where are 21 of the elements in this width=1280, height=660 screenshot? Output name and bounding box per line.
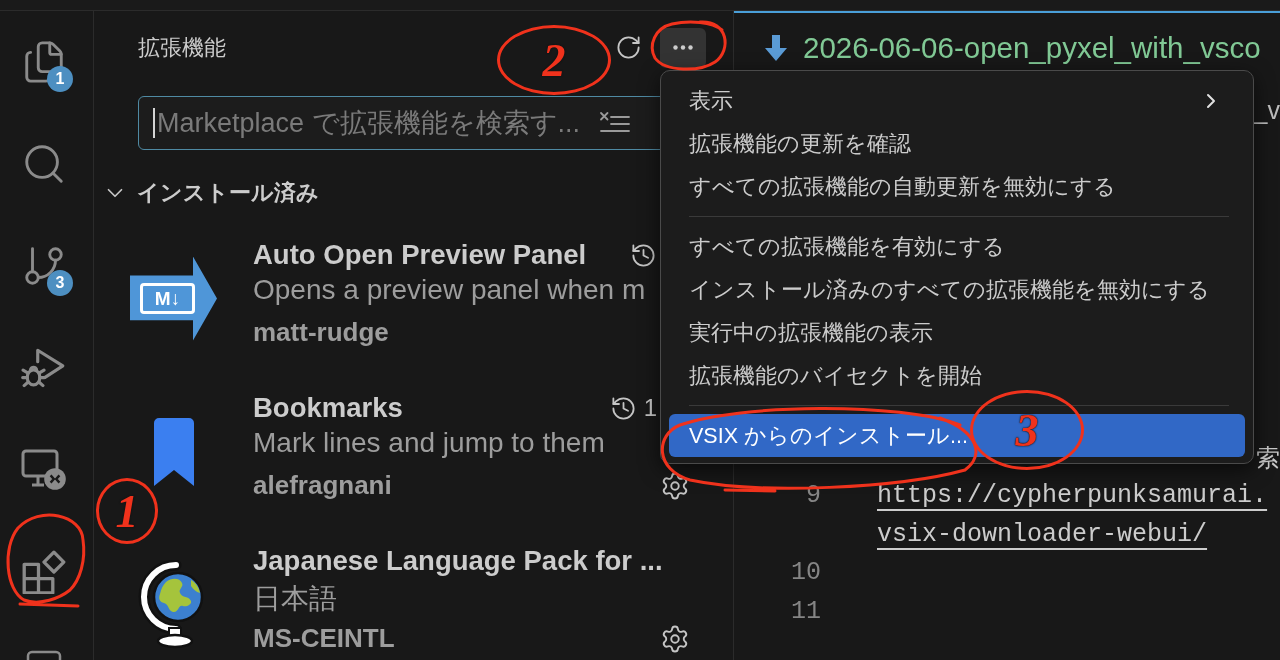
count-badge: 1 bbox=[47, 66, 73, 92]
extension-description: 日本語 bbox=[253, 582, 337, 616]
code-text: 索 bbox=[1256, 442, 1280, 473]
line-number: 11 bbox=[791, 596, 821, 626]
annotation-number: 3 bbox=[970, 390, 1084, 470]
extension-description: Opens a preview panel when m bbox=[253, 274, 646, 307]
editor-text: _v bbox=[1253, 95, 1280, 126]
extension-publisher: alefragnani bbox=[253, 470, 392, 501]
extension-title: Japanese Language Pack for ... bbox=[253, 545, 663, 577]
extension-publisher: MS-CEINTL bbox=[253, 623, 395, 654]
extension-publisher: matt-rudge bbox=[253, 317, 389, 348]
annotation-number: 1 bbox=[96, 478, 158, 544]
extension-description: Mark lines and jump to them bbox=[253, 427, 605, 460]
extension-title: Bookmarks bbox=[253, 392, 403, 424]
extension-title: Auto Open Preview Panel bbox=[253, 239, 587, 271]
markdown-logo: M↓ bbox=[130, 256, 217, 341]
line-number: 10 bbox=[791, 558, 821, 587]
sidebar-title: 拡張機能 bbox=[138, 33, 226, 62]
activation-time: 1 bbox=[643, 394, 657, 422]
count-badge: 3 bbox=[47, 270, 73, 296]
annotation-number: 2 bbox=[497, 25, 611, 95]
